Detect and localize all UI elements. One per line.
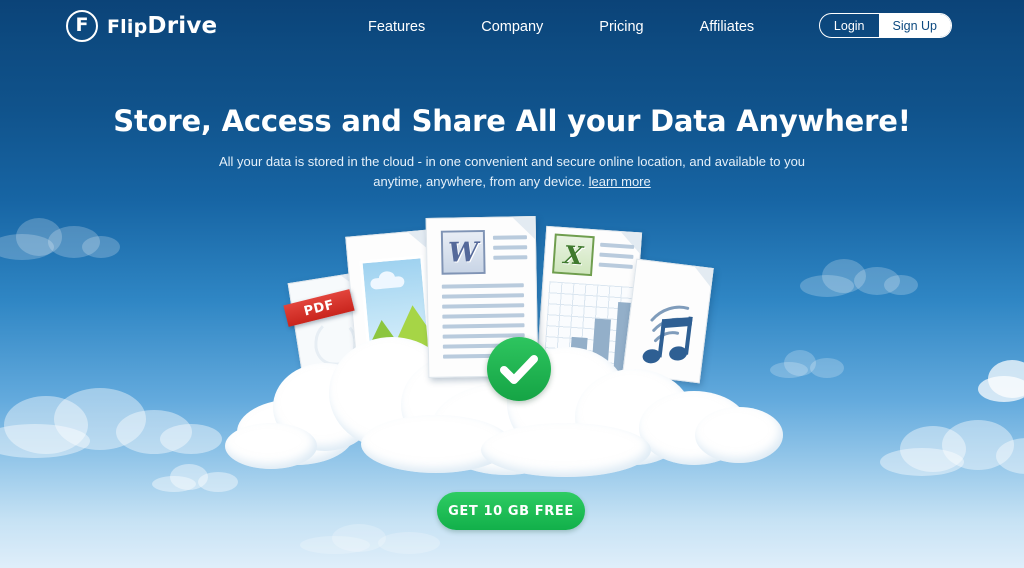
nav-item-company[interactable]: Company	[453, 19, 571, 35]
logo-mark-letter: F	[75, 14, 89, 36]
page-root: F FlipDrive Features Company Pricing Aff…	[0, 0, 1024, 568]
word-w-icon: W	[440, 229, 486, 275]
background-cloud	[0, 212, 120, 260]
page-fold-icon	[619, 232, 642, 254]
auth-button-group: Login Sign Up	[818, 13, 952, 38]
learn-more-link[interactable]: learn more	[589, 174, 651, 189]
background-cloud	[978, 360, 1024, 404]
background-cloud	[0, 388, 230, 460]
green-check-icon	[487, 337, 551, 401]
circled-f-logo-icon: F	[66, 10, 98, 42]
background-cloud	[880, 420, 1024, 478]
nav-item-features[interactable]: Features	[340, 19, 453, 35]
background-cloud	[800, 255, 920, 297]
background-cloud	[300, 520, 450, 554]
excel-glyph: X	[562, 239, 585, 270]
logo-wordmark-part1: Flip	[107, 16, 148, 38]
nav-item-affiliates[interactable]: Affiliates	[672, 19, 783, 35]
photo-cloud-shape	[369, 275, 405, 290]
get-free-storage-button[interactable]: GET 10 GB FREE	[437, 492, 585, 530]
nav-item-pricing[interactable]: Pricing	[571, 19, 671, 35]
hero-subcopy-text: All your data is stored in the cloud - i…	[218, 154, 806, 190]
word-glyph: W	[447, 236, 479, 269]
site-header: F FlipDrive Features Company Pricing Aff…	[0, 0, 1024, 56]
hero-section: Store, Access and Share All your Data An…	[0, 104, 1024, 192]
login-button[interactable]: Login	[820, 14, 879, 37]
page-fold-icon	[408, 230, 428, 251]
logo-wordmark: FlipDrive	[107, 13, 217, 39]
logo-wordmark-part2: Drive	[147, 13, 218, 39]
hero-subcopy: All your data is stored in the cloud - i…	[212, 152, 812, 192]
main-navigation: Features Company Pricing Affiliates	[340, 19, 782, 35]
hero-illustration: PDF W X	[225, 215, 783, 485]
signup-button[interactable]: Sign Up	[878, 14, 951, 37]
page-title: Store, Access and Share All your Data An…	[113, 104, 911, 138]
logo[interactable]: F FlipDrive	[66, 10, 217, 42]
excel-x-icon: X	[552, 233, 595, 277]
